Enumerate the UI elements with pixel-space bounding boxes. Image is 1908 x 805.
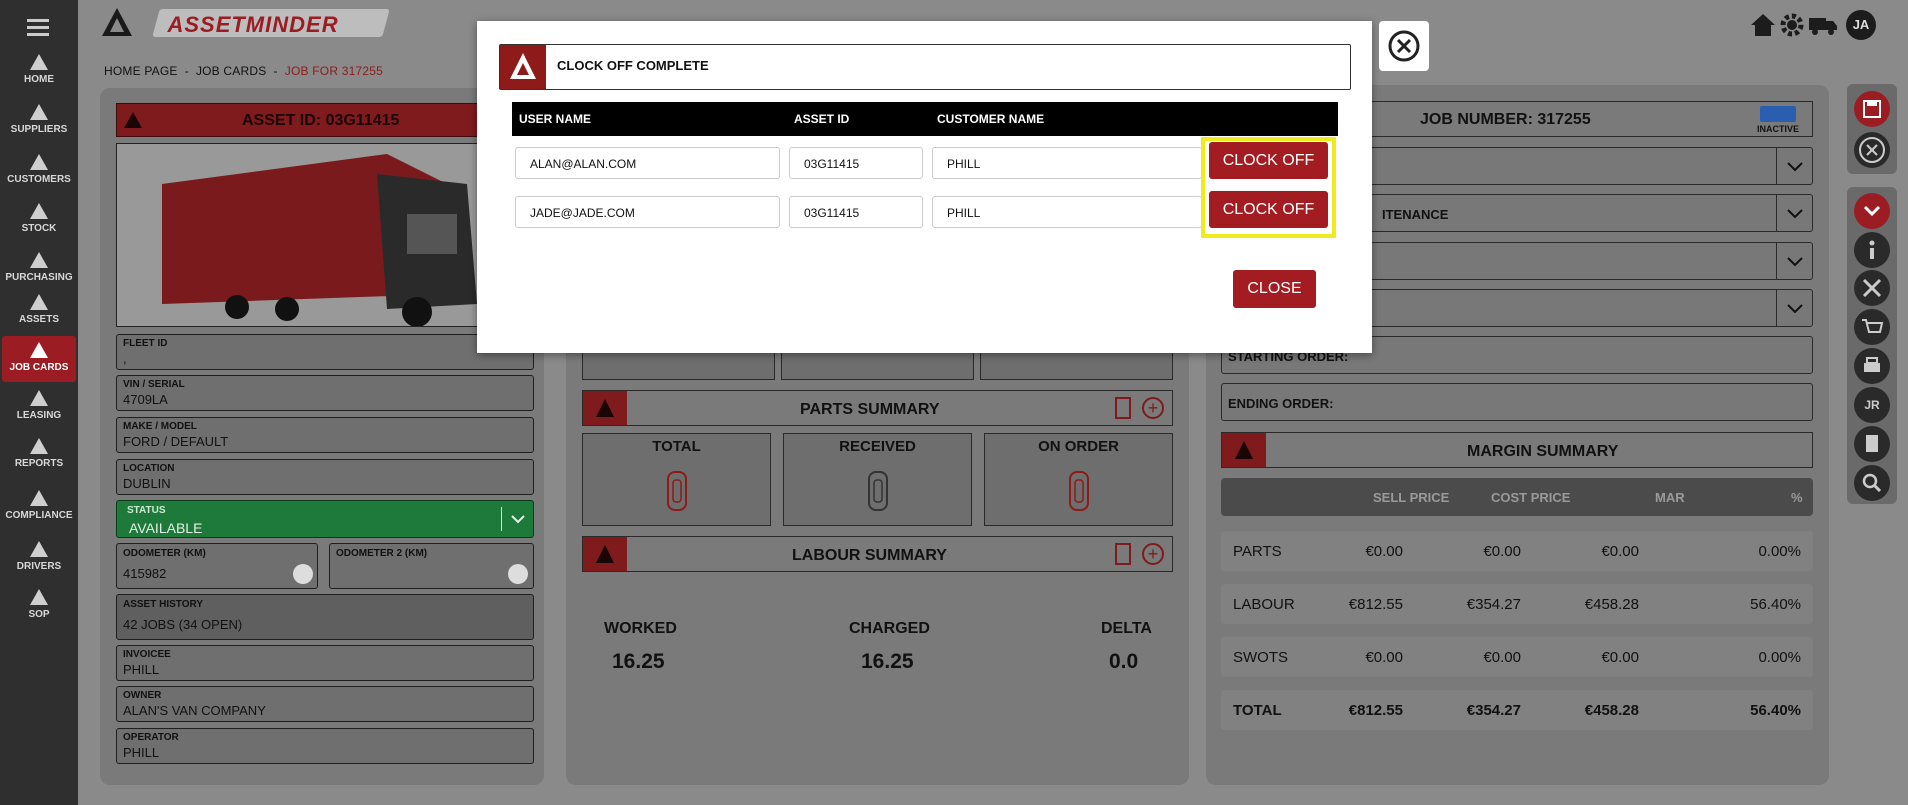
col-customer-name: CUSTOMER NAME [937, 112, 1045, 126]
close-button[interactable]: CLOSE [1233, 270, 1316, 308]
customer-name-field[interactable]: PHILL [932, 147, 1202, 179]
customer-name-field[interactable]: PHILL [932, 196, 1202, 228]
col-asset-id: ASSET ID [794, 112, 850, 126]
modal-table-header: USER NAME ASSET ID CUSTOMER NAME [512, 102, 1338, 136]
modal-title: CLOCK OFF COMPLETE [557, 58, 709, 73]
modal-header: CLOCK OFF COMPLETE [499, 44, 1351, 90]
modal-close-icon[interactable] [1379, 21, 1429, 71]
col-user-name: USER NAME [519, 112, 592, 126]
modal-logo-icon [500, 45, 546, 89]
user-name-field[interactable]: ALAN@ALAN.COM [515, 147, 780, 179]
asset-id-field[interactable]: 03G11415 [789, 147, 923, 179]
asset-id-field[interactable]: 03G11415 [789, 196, 923, 228]
user-name-field[interactable]: JADE@JADE.COM [515, 196, 780, 228]
highlight-box [1201, 137, 1336, 238]
